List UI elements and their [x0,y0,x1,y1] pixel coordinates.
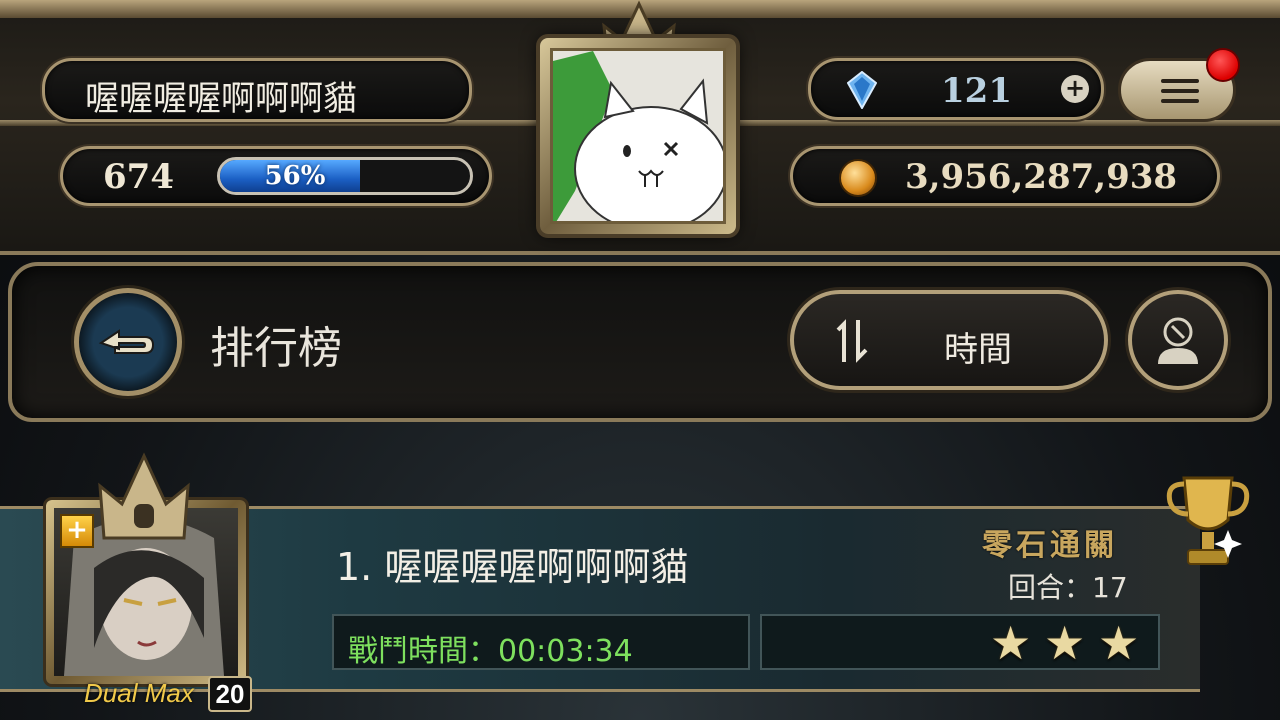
hamburger-menu-icon [1161,79,1199,83]
star-icon: ★ [1098,616,1140,670]
exp-percent: 56% [264,161,326,191]
back-button[interactable] [74,288,182,396]
rank-player-name: 1. 喔喔喔喔啊啊啊貓 [336,545,689,589]
exp-bar: 56% [217,157,473,195]
star-icon: ★ [1044,616,1086,670]
plus-badge-icon: + [60,514,94,548]
player-level-box: 674 56% [60,146,492,206]
crown-icon [98,452,190,540]
star-icon: ★ [990,616,1032,670]
clear-condition-label: 零石通關 [982,528,1118,563]
hamburger-line [1161,99,1199,103]
gem-counter: 121 + [808,58,1104,120]
profile-filter-button[interactable] [1128,290,1228,390]
player-name-box: 喔喔喔喔啊啊啊貓 [42,58,472,122]
diamond-gem-icon [847,71,877,109]
battle-time-box: 戰鬥時間：00:03:34 [332,614,750,670]
gold-coin-icon [839,159,877,197]
avatar-image [550,48,726,224]
player-name: 喔喔喔喔啊啊啊貓 [85,79,357,119]
back-arrow-icon [98,329,155,354]
notification-dot [1206,48,1240,82]
profile-block-icon [1158,317,1198,364]
coin-counter: 3,956,287,938 [790,146,1220,206]
star-rating-box: ★ ★ ★ [760,614,1160,670]
page-title: 排行榜 [210,323,342,374]
sort-label: 時間 [944,330,1012,370]
gem-count: 121 [941,71,1012,111]
dual-max-level: 20 [208,676,252,712]
trophy-icon [1166,476,1250,565]
sort-button[interactable]: 時間 [790,290,1108,390]
hamburger-line [1161,89,1199,93]
coin-count: 3,956,287,938 [905,157,1178,197]
dual-max-label: Dual Max [84,678,194,708]
player-level: 674 [103,157,174,197]
sort-arrows-icon [836,319,868,363]
add-gems-button[interactable]: + [1061,75,1089,103]
player-avatar[interactable] [540,38,736,234]
cat-avatar-icon [553,51,723,221]
battle-time: 戰鬥時間：00:03:34 [348,634,633,669]
round-count: 回合：17 [1008,571,1128,604]
